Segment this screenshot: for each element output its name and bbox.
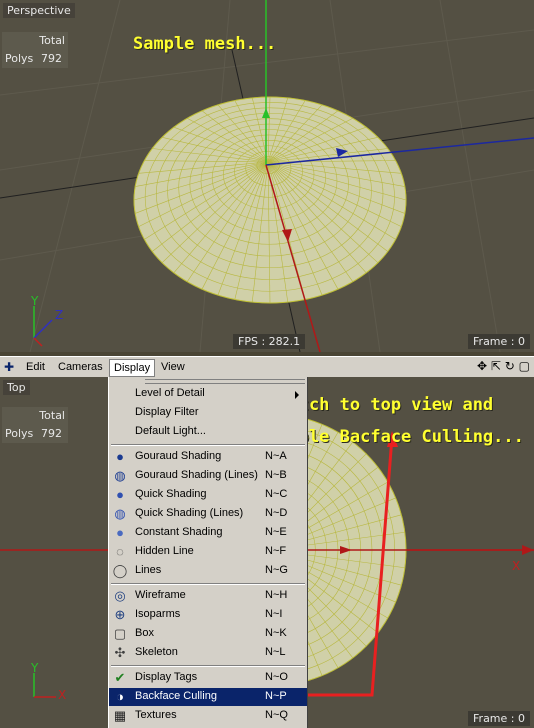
menu-item-shortcut: N~O xyxy=(265,671,288,683)
isoparms-icon: ⊕ xyxy=(114,607,126,622)
menu-item-box[interactable]: ▢ Box N~K xyxy=(109,625,307,643)
menu-item-label: Isoparms xyxy=(135,608,181,620)
menu-item-label: Default Light... xyxy=(135,425,206,437)
sphere-solid-icon: ● xyxy=(116,449,124,464)
menu-item-shortcut: N~L xyxy=(265,646,286,658)
skeleton-icon: ✣ xyxy=(114,645,126,660)
menu-item-quick-shading[interactable]: ● Quick Shading N~C xyxy=(109,486,307,504)
axis-x-label: X xyxy=(58,688,67,702)
menu-item-label: Backface Culling xyxy=(135,690,217,702)
menu-item-shortcut: N~D xyxy=(265,507,288,519)
menu-display[interactable]: Display xyxy=(109,359,156,377)
display-tags-icon: ✔ xyxy=(114,670,126,685)
menu-item-label: Level of Detail xyxy=(135,387,205,399)
menu-item-hidden-line[interactable]: ◌ Hidden Line N~F xyxy=(109,543,307,561)
menu-item-shortcut: N~B xyxy=(265,469,287,481)
menu-item-label: Quick Shading (Lines) xyxy=(135,507,244,519)
menu-item-quick-shading-lines[interactable]: ◍ Quick Shading (Lines) N~D xyxy=(109,505,307,523)
viewport-label: Perspective xyxy=(3,3,75,18)
menu-item-gouraud-shading[interactable]: ● Gouraud Shading N~A xyxy=(109,448,307,466)
fps-counter: FPS : 282.1 xyxy=(233,334,306,349)
view-controls: ✥ ⇱ ↻ ▢ xyxy=(477,359,530,373)
sphere-constant-icon: ● xyxy=(116,525,124,540)
sphere-lines-icon: ◍ xyxy=(114,468,126,483)
menu-item-level-of-detail[interactable]: Level of Detail xyxy=(109,385,307,403)
viewport-pin-icon[interactable]: ✚ xyxy=(4,360,14,374)
menu-separator xyxy=(111,444,305,446)
stats-key: Polys xyxy=(5,427,34,440)
perspective-viewport[interactable]: Perspective Total Polys 792 Sample mesh.… xyxy=(0,0,534,352)
menu-item-label: Lines xyxy=(135,564,162,576)
stats-panel: Total Polys 792 xyxy=(2,407,68,443)
world-axis-x-label: X xyxy=(512,559,521,573)
menu-item-shortcut: N~H xyxy=(265,589,288,601)
menu-separator xyxy=(111,665,305,667)
lines-icon: ◯ xyxy=(112,563,128,578)
menu-cameras[interactable]: Cameras xyxy=(54,359,107,375)
menu-item-display-filter[interactable]: Display Filter xyxy=(109,404,307,422)
menu-item-constant-shading[interactable]: ● Constant Shading N~E xyxy=(109,524,307,542)
menu-item-shortcut: N~Q xyxy=(265,709,288,721)
menu-item-default-light[interactable]: Default Light... xyxy=(109,423,307,441)
menu-item-display-tags[interactable]: ✔ Display Tags N~O xyxy=(109,669,307,687)
menu-item-label: Hidden Line xyxy=(135,545,194,557)
menu-item-label: Gouraud Shading (Lines) xyxy=(135,469,258,481)
viewport-label: Top xyxy=(3,380,30,395)
backface-culling-icon: ◑ xyxy=(116,689,124,704)
menu-item-shortcut: N~G xyxy=(265,564,288,576)
menu-item-shortcut: N~A xyxy=(265,450,287,462)
menu-item-label: Constant Shading xyxy=(135,526,223,538)
viewport-menubar: ✚ Edit Cameras Display View ✥ ⇱ ↻ ▢ xyxy=(0,356,534,379)
annotation-note: Sample mesh... xyxy=(133,34,277,54)
stats-key: Polys xyxy=(5,52,34,65)
menu-item-lines[interactable]: ◯ Lines N~G xyxy=(109,562,307,580)
maximize-view-icon[interactable]: ▢ xyxy=(519,359,530,373)
box-icon: ▢ xyxy=(113,626,127,641)
menu-item-label: Textures xyxy=(135,709,177,721)
menu-item-textures[interactable]: ▦ Textures N~Q xyxy=(109,707,307,725)
menu-item-backface-culling[interactable]: ◑ Backface Culling N~P xyxy=(109,688,307,706)
zoom-view-icon[interactable]: ⇱ xyxy=(491,359,501,373)
menu-separator xyxy=(111,583,305,585)
menu-item-shortcut: N~C xyxy=(265,488,288,500)
hidden-line-icon: ◌ xyxy=(116,544,124,559)
stats-value: 792 xyxy=(41,52,62,65)
menu-item-isoparms[interactable]: ⊕ Isoparms N~I xyxy=(109,606,307,624)
display-menu: Level of Detail Display Filter Default Lig… xyxy=(108,377,308,728)
stats-header: Total xyxy=(39,34,65,47)
menu-item-shortcut: N~E xyxy=(265,526,287,538)
menu-item-label: Gouraud Shading xyxy=(135,450,222,462)
axis-z-label: Z xyxy=(55,308,64,322)
menu-tearoff[interactable] xyxy=(145,379,305,384)
stats-panel: Total Polys 792 xyxy=(2,32,68,68)
axis-y-label: Y xyxy=(31,294,39,308)
rotate-view-icon[interactable]: ↻ xyxy=(505,359,515,373)
submenu-arrow-icon xyxy=(295,391,299,399)
stats-value: 792 xyxy=(41,427,62,440)
sphere-quick-lines-icon: ◍ xyxy=(114,506,126,521)
menu-item-shortcut: N~K xyxy=(265,627,287,639)
menu-item-gouraud-shading-lines[interactable]: ◍ Gouraud Shading (Lines) N~B xyxy=(109,467,307,485)
menu-view[interactable]: View xyxy=(157,359,189,375)
menu-item-wireframe[interactable]: ◎ Wireframe N~H xyxy=(109,587,307,605)
menu-item-label: Wireframe xyxy=(135,589,186,601)
frame-counter: Frame : 0 xyxy=(468,711,530,726)
menu-edit[interactable]: Edit xyxy=(22,359,49,375)
stats-header: Total xyxy=(39,409,65,422)
textures-icon: ▦ xyxy=(113,708,127,723)
move-view-icon[interactable]: ✥ xyxy=(477,359,487,373)
menu-item-shortcut: N~I xyxy=(265,608,283,620)
menu-item-shortcut: N~P xyxy=(265,690,287,702)
axis-y-label: Y xyxy=(31,661,39,675)
menu-item-label: Box xyxy=(135,627,154,639)
menu-item-label: Skeleton xyxy=(135,646,178,658)
wireframe-icon: ◎ xyxy=(114,588,126,603)
menu-item-label: Display Filter xyxy=(135,406,199,418)
sphere-quick-icon: ● xyxy=(116,487,124,502)
menu-item-skeleton[interactable]: ✣ Skeleton N~L xyxy=(109,644,307,662)
menu-item-label: Display Tags xyxy=(135,671,198,683)
frame-counter: Frame : 0 xyxy=(468,334,530,349)
menu-item-shortcut: N~F xyxy=(265,545,287,557)
menu-item-label: Quick Shading xyxy=(135,488,207,500)
